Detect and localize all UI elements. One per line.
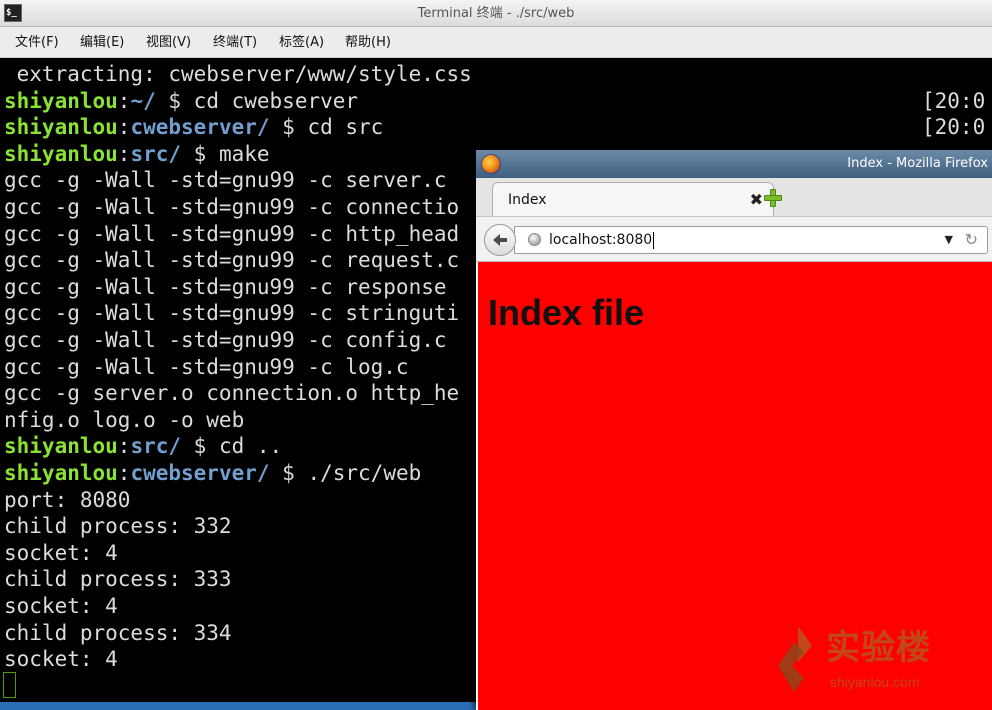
terminal-line: shiyanlou:cwebserver/ $ ./src/web [4,460,421,486]
terminal-line: child process: 334 [4,620,232,645]
terminal-menubar: 文件(F) 编辑(E) 视图(V) 终端(T) 标签(A) 帮助(H) [0,27,992,58]
terminal-line: shiyanlou:~/ $ cd cwebserver [4,88,358,114]
menu-view[interactable]: 视图(V) [146,27,191,58]
url-input[interactable]: localhost:8080 [549,227,655,253]
shiyanlou-logo-icon [778,626,812,692]
command-text: $ ./src/web [269,461,422,485]
terminal-line: gcc -g -Wall -std=gnu99 -c server.c [4,168,447,193]
watermark-text: 实验楼 [826,628,931,668]
new-tab-plus-icon[interactable] [763,188,783,208]
prompt-user: shiyanlou [4,115,118,140]
terminal-line: shiyanlou:src/ $ make [4,141,270,167]
terminal-titlebar[interactable]: $_ Terminal 终端 - ./src/web [0,0,992,27]
terminal-line: socket: 4 [4,540,118,565]
firefox-title: Index - Mozilla Firefox [847,156,988,171]
menu-tabs[interactable]: 标签(A) [279,27,324,58]
terminal-line: shiyanlou:src/ $ cd .. [4,433,282,459]
menu-help[interactable]: 帮助(H) [345,27,391,58]
prompt-user: shiyanlou [4,141,118,166]
prompt-path: cwebserver/ [130,461,270,485]
prompt-path: src/ [130,141,182,166]
tab-index[interactable]: Index ✖ [492,182,774,216]
command-text: $ cd src [269,115,384,140]
prompt-user: shiyanlou [4,461,118,485]
terminal-line: child process: 333 [4,567,232,592]
terminal-line: gcc -g -Wall -std=gnu99 -c request.c [4,248,460,273]
menu-edit[interactable]: 编辑(E) [80,27,124,58]
terminal-line: gcc -g -Wall -std=gnu99 -c http_head [4,221,460,246]
watermark-domain: shiyanlou.com [830,674,920,690]
terminal-title: Terminal 终端 - ./src/web [417,6,575,21]
terminal-line: gcc -g -Wall -std=gnu99 -c response [4,274,447,299]
terminal-cursor [3,672,16,698]
prompt-colon: : [117,88,131,113]
terminal-line: shiyanlou:cwebserver/ $ cd src [4,114,383,140]
command-text: $ cd .. [181,434,283,459]
firefox-icon [481,154,501,174]
tab-bar: Index ✖ [476,178,992,216]
page-heading: Index file [488,292,645,333]
page-content: Index file 实验楼 shiyanlou.com [478,262,992,710]
terminal-line: socket: 4 [4,647,118,672]
terminal-timestamp: [20:0 [922,89,986,113]
terminal-line: gcc -g -Wall -std=gnu99 -c stringuti [4,301,460,326]
terminal-line: gcc -g -Wall -std=gnu99 -c log.c [4,354,409,379]
close-tab-icon[interactable]: ✖ [750,183,763,217]
prompt-path: src/ [130,434,182,459]
tab-label: Index [508,192,547,208]
terminal-line: port: 8080 [4,487,131,512]
prompt-colon: : [117,461,131,485]
reload-icon[interactable]: ↻ [965,227,978,253]
prompt-colon: : [117,434,131,459]
prompt-user: shiyanlou [4,434,118,459]
url-text: localhost:8080 [549,232,653,248]
command-text: $ cd cwebserver [155,88,359,113]
back-button[interactable] [484,224,516,256]
navigation-bar: localhost:8080 ▼ ↻ [476,216,992,262]
prompt-path: ~/ [130,88,156,113]
prompt-colon: : [117,115,131,140]
terminal-line: gcc -g -Wall -std=gnu99 -c config.c [4,328,447,352]
terminal-line: gcc -g -Wall -std=gnu99 -c connectio [4,195,460,219]
text-caret [653,231,655,249]
prompt-path: cwebserver/ [130,115,270,140]
menu-file[interactable]: 文件(F) [15,27,59,58]
url-bar[interactable]: localhost:8080 ▼ ↻ [514,226,988,254]
terminal-line: socket: 4 [4,594,118,618]
terminal-line: gcc -g server.o connection.o http_he [4,381,460,406]
url-dropdown-icon[interactable]: ▼ [945,227,953,253]
prompt-colon: : [117,141,131,166]
terminal-line: extracting: cwebserver/www/style.css [4,62,472,86]
back-arrow-icon [493,234,507,246]
terminal-line: nfig.o log.o -o web [4,407,245,432]
prompt-user: shiyanlou [4,88,118,113]
command-text: $ make [181,141,270,166]
terminal-timestamp: [20:0 [922,115,986,139]
firefox-window: Index - Mozilla Firefox Index ✖ localhos… [476,150,992,710]
terminal-line: child process: 332 [4,514,232,539]
watermark: 实验楼 shiyanlou.com [774,624,954,694]
taskbar-strip [0,702,476,710]
firefox-titlebar[interactable]: Index - Mozilla Firefox [476,150,992,178]
menu-terminal[interactable]: 终端(T) [213,27,257,58]
globe-icon [528,233,541,246]
